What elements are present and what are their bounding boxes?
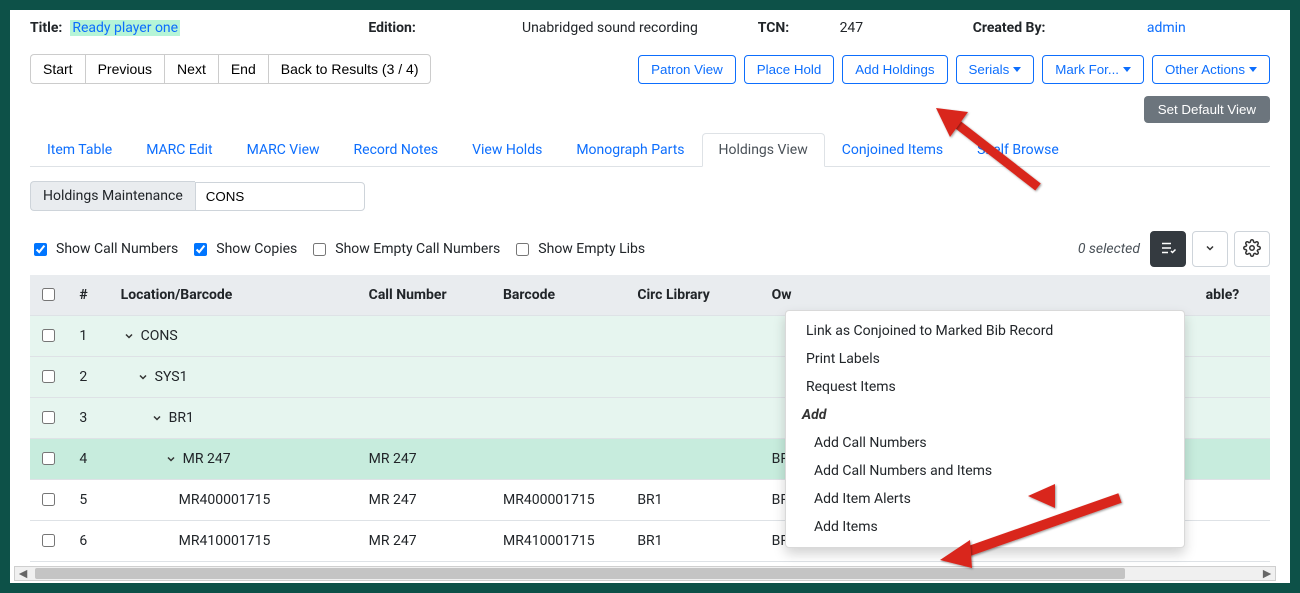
created-by-label: Created By: [973, 20, 1046, 36]
row-barcode [495, 357, 629, 398]
row-call-number [361, 316, 495, 357]
back-to-results-button[interactable]: Back to Results (3 / 4) [268, 54, 432, 84]
show-empty-libs-checkbox[interactable]: Show Empty Libs [512, 240, 645, 259]
tab-marc-view[interactable]: MARC View [230, 133, 337, 167]
row-num: 2 [71, 357, 112, 398]
col-num: # [71, 275, 112, 316]
chevron-down-icon[interactable] [165, 451, 177, 467]
set-default-view-button[interactable]: Set Default View [1144, 96, 1270, 123]
row-location: MR 247 [113, 439, 361, 480]
row-call-number: MR 247 [361, 439, 495, 480]
select-all-checkbox[interactable] [42, 288, 55, 301]
row-location: MR400001715 [113, 480, 361, 521]
row-circ-library [629, 316, 763, 357]
col-location: Location/Barcode [113, 275, 361, 316]
mark-for-dropdown[interactable]: Mark For... [1042, 55, 1144, 84]
row-num: 3 [71, 398, 112, 439]
serials-dropdown[interactable]: Serials [956, 55, 1035, 84]
dropdown-toggle-button[interactable] [1192, 231, 1228, 267]
selected-count: 0 selected [1078, 241, 1140, 257]
annotation-arrow-icon [910, 478, 1150, 573]
edition-label: Edition: [368, 20, 415, 36]
previous-button[interactable]: Previous [85, 54, 164, 84]
row-barcode [495, 398, 629, 439]
chevron-down-icon [1204, 242, 1216, 257]
row-call-number: MR 247 [361, 521, 495, 562]
show-copies-checkbox[interactable]: Show Copies [190, 240, 297, 259]
tab-item-table[interactable]: Item Table [30, 133, 129, 167]
chevron-down-icon[interactable] [123, 328, 135, 344]
row-checkbox[interactable] [42, 534, 55, 547]
row-circ-library [629, 357, 763, 398]
row-barcode [495, 439, 629, 480]
annotation-arrow-icon [928, 102, 1068, 202]
holdings-maintenance-input[interactable] [195, 182, 365, 211]
edition-value: Unabridged sound recording [522, 20, 698, 36]
row-call-number [361, 357, 495, 398]
row-barcode [495, 316, 629, 357]
add-holdings-button[interactable]: Add Holdings [842, 55, 947, 84]
actions-menu-button[interactable] [1150, 231, 1186, 267]
row-location: CONS [113, 316, 361, 357]
row-circ-library [629, 398, 763, 439]
row-location: SYS1 [113, 357, 361, 398]
tab-monograph-parts[interactable]: Monograph Parts [559, 133, 701, 167]
row-checkbox[interactable] [42, 329, 55, 342]
scroll-left-icon[interactable]: ◄ [15, 567, 31, 580]
row-location: MR410001715 [113, 521, 361, 562]
list-check-icon [1159, 239, 1177, 260]
row-num: 6 [71, 521, 112, 562]
row-location: BR1 [113, 398, 361, 439]
row-checkbox[interactable] [42, 370, 55, 383]
created-by-link[interactable]: admin [1147, 20, 1186, 36]
tab-record-notes[interactable]: Record Notes [337, 133, 456, 167]
menu-request-items[interactable]: Request Items [786, 373, 1184, 401]
row-checkbox[interactable] [42, 493, 55, 506]
holdings-maintenance-label: Holdings Maintenance [30, 181, 195, 211]
menu-add-call-numbers[interactable]: Add Call Numbers [786, 429, 1184, 457]
row-checkbox[interactable] [42, 452, 55, 465]
chevron-down-icon[interactable] [151, 410, 163, 426]
tcn-value: 247 [840, 20, 864, 36]
end-button[interactable]: End [218, 54, 268, 84]
row-num: 1 [71, 316, 112, 357]
tab-view-holds[interactable]: View Holds [455, 133, 559, 167]
place-hold-button[interactable]: Place Hold [744, 55, 834, 84]
row-circ-library: BR1 [629, 521, 763, 562]
show-empty-call-numbers-checkbox[interactable]: Show Empty Call Numbers [309, 240, 500, 259]
col-able: able? [1198, 275, 1270, 316]
menu-print-labels[interactable]: Print Labels [786, 345, 1184, 373]
gear-icon [1243, 239, 1261, 260]
row-barcode: MR400001715 [495, 480, 629, 521]
row-barcode: MR410001715 [495, 521, 629, 562]
title-label: Title: [30, 20, 62, 36]
row-circ-library [629, 439, 763, 480]
col-circ-library: Circ Library [629, 275, 763, 316]
chevron-down-icon[interactable] [137, 369, 149, 385]
menu-add-header: Add [786, 401, 1184, 429]
next-button[interactable]: Next [164, 54, 218, 84]
row-call-number [361, 398, 495, 439]
tab-holdings-view[interactable]: Holdings View [702, 133, 825, 167]
row-checkbox[interactable] [42, 411, 55, 424]
patron-view-button[interactable]: Patron View [638, 55, 736, 84]
start-button[interactable]: Start [30, 54, 85, 84]
scroll-right-icon[interactable]: ► [1259, 567, 1275, 580]
title-link[interactable]: Ready player one [70, 20, 180, 36]
tcn-label: TCN: [758, 20, 789, 36]
row-circ-library: BR1 [629, 480, 763, 521]
row-num: 4 [71, 439, 112, 480]
settings-button[interactable] [1234, 231, 1270, 267]
menu-link-conjoined[interactable]: Link as Conjoined to Marked Bib Record [786, 317, 1184, 345]
other-actions-dropdown[interactable]: Other Actions [1152, 55, 1270, 84]
show-call-numbers-checkbox[interactable]: Show Call Numbers [30, 240, 178, 259]
row-num: 5 [71, 480, 112, 521]
row-call-number: MR 247 [361, 480, 495, 521]
col-call-number: Call Number [361, 275, 495, 316]
tab-marc-edit[interactable]: MARC Edit [129, 133, 229, 167]
col-barcode: Barcode [495, 275, 629, 316]
